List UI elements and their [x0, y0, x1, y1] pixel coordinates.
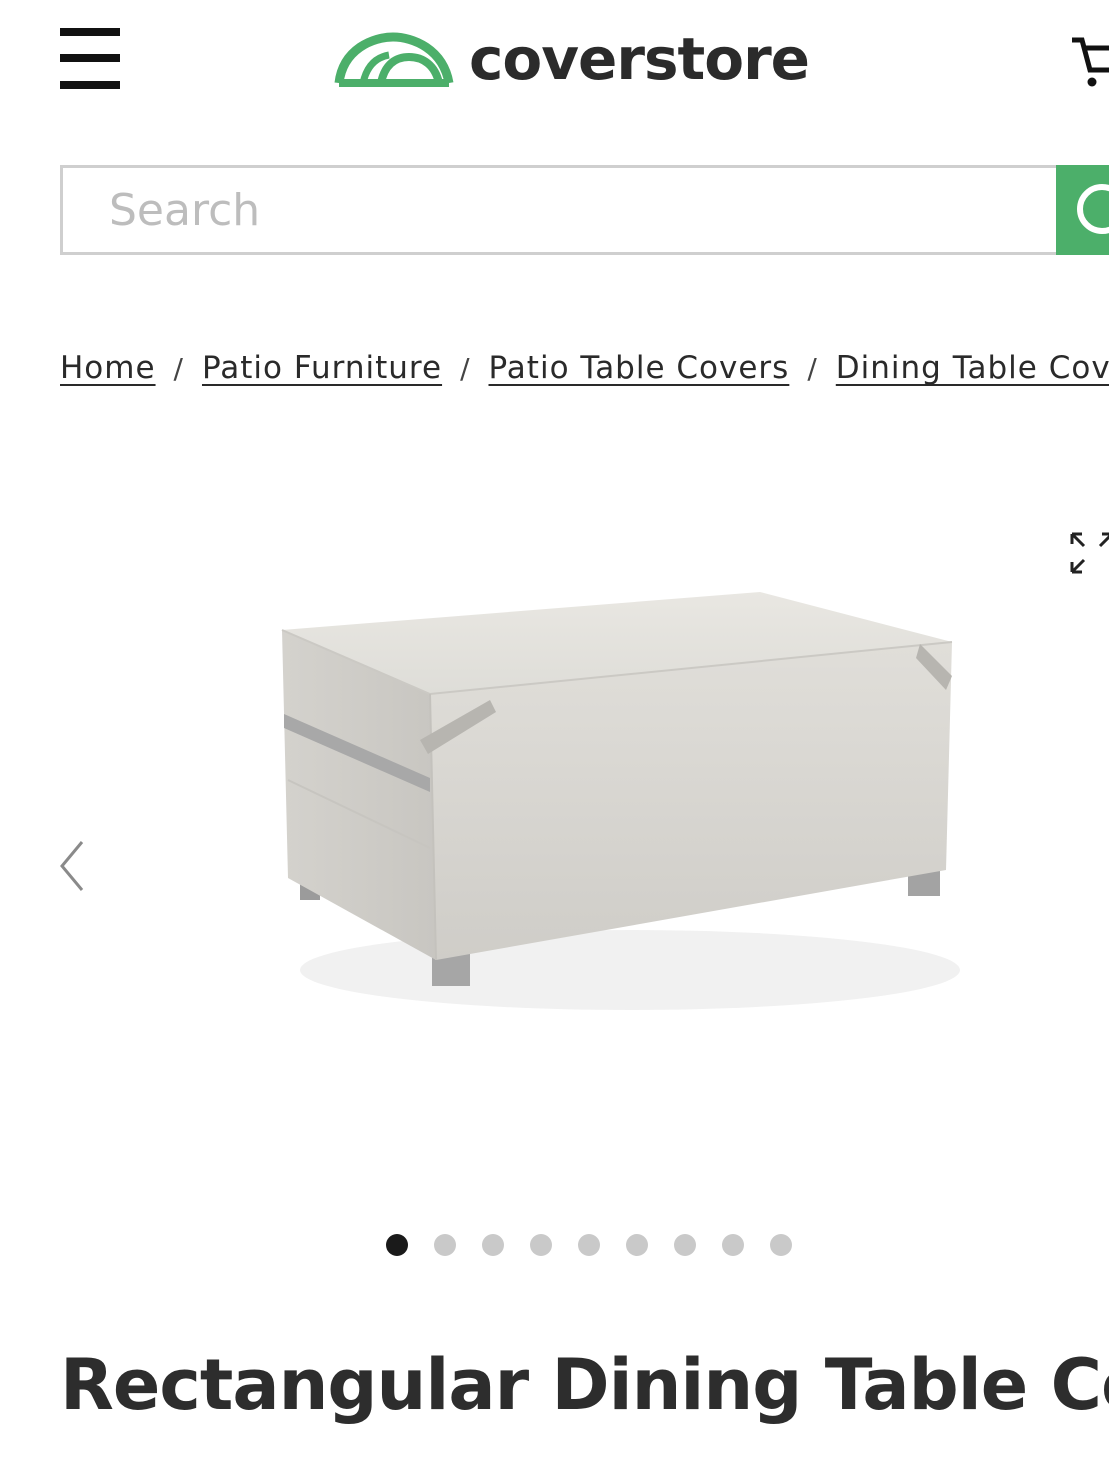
breadcrumb-home[interactable]: Home: [60, 350, 156, 386]
breadcrumb-separator: /: [173, 352, 184, 385]
cart-button[interactable]: [1068, 34, 1109, 90]
breadcrumb-separator: /: [460, 352, 471, 385]
carousel-dot[interactable]: [482, 1234, 504, 1256]
product-page: coverstore Home / Patio Furniture / Patio Ta…: [0, 0, 1109, 1473]
carousel-dot[interactable]: [770, 1234, 792, 1256]
coverstore-logo[interactable]: coverstore: [333, 25, 810, 93]
breadcrumb: Home / Patio Furniture / Patio Table Covers /…: [60, 350, 1109, 400]
logo-arch-icon: [334, 32, 454, 87]
chevron-left-icon: [60, 841, 84, 891]
carousel-dot[interactable]: [578, 1234, 600, 1256]
search-input[interactable]: [60, 165, 1056, 255]
menu-button[interactable]: [60, 28, 120, 90]
cart-icon: [1072, 37, 1109, 87]
search-button[interactable]: [1056, 165, 1109, 255]
carousel-dot[interactable]: [434, 1234, 456, 1256]
carousel-dot[interactable]: [626, 1234, 648, 1256]
carousel-dots: [386, 1234, 818, 1256]
carousel-dot[interactable]: [674, 1234, 696, 1256]
hamburger-icon: [60, 28, 120, 36]
breadcrumb-dining-table-covers[interactable]: Dining Table Covers: [836, 350, 1109, 386]
carousel-dot[interactable]: [530, 1234, 552, 1256]
breadcrumb-separator: /: [807, 352, 818, 385]
carousel-dot[interactable]: [722, 1234, 744, 1256]
expand-icon[interactable]: [1066, 528, 1109, 578]
search-icon: [1077, 184, 1109, 234]
breadcrumb-patio-furniture[interactable]: Patio Furniture: [202, 350, 442, 386]
carousel-dot[interactable]: [386, 1234, 408, 1256]
search-bar: [60, 165, 1109, 255]
breadcrumb-patio-table-covers[interactable]: Patio Table Covers: [489, 350, 790, 386]
product-title: Rectangular Dining Table Cover: [60, 1344, 1109, 1426]
logo-text: coverstore: [469, 25, 810, 93]
carousel-prev-button[interactable]: [52, 836, 92, 896]
product-image[interactable]: [240, 560, 1000, 1040]
